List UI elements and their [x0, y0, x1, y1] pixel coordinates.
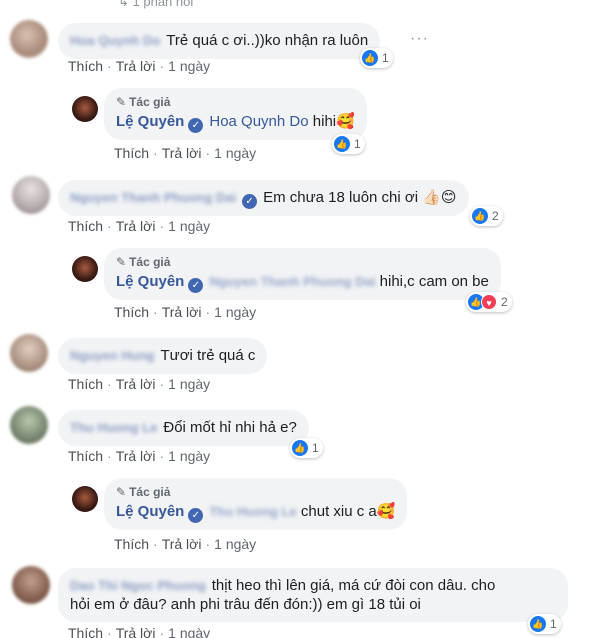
author-avatar[interactable] — [72, 96, 98, 122]
mention-link[interactable]: Thu Huong Le — [209, 504, 296, 519]
like-icon: 👍 — [362, 50, 378, 66]
comment-text: hihi🥰 — [312, 113, 355, 130]
verified-badge-icon: ✓ — [188, 118, 204, 133]
reply-button[interactable]: Trả lời — [116, 625, 156, 638]
reaction-summary[interactable]: 👍 2 — [470, 206, 503, 226]
pen-icon: ✎ — [116, 95, 127, 109]
replies-link[interactable]: ↳ 1 phản hồi — [118, 0, 193, 10]
pen-icon: ✎ — [116, 255, 127, 269]
like-button[interactable]: Thích — [68, 625, 103, 638]
comment-bubble: Nguyen Thanh Phuong Dai ✓ Em chưa 18 luôn … — [58, 180, 469, 216]
verified-badge-icon: ✓ — [242, 194, 258, 209]
author-name[interactable]: Lệ Quyên — [116, 273, 184, 290]
timestamp[interactable]: 1 ngày — [168, 625, 210, 638]
commenter-name[interactable]: Thu Huong Le — [70, 418, 157, 437]
comment-bubble: Dao Thi Ngoc Phuong thịt heo thì lên giá,… — [58, 568, 568, 622]
reply-button[interactable]: Trả lời — [162, 304, 202, 320]
author-avatar[interactable] — [72, 256, 98, 282]
reply-button[interactable]: Trả lời — [162, 536, 202, 552]
mention-link[interactable]: Hoa Quynh Do — [209, 113, 308, 130]
commenter-name[interactable]: Nguyen Thanh Phuong Dai — [70, 188, 236, 207]
commenter-name[interactable]: Dao Thi Ngoc Phuong — [70, 576, 206, 595]
comment-bubble: Hoa Quynh Do Trẻ quá c ơi..))ko nhận ra l… — [58, 23, 381, 59]
reply-button[interactable]: Trả lời — [116, 58, 156, 74]
avatar[interactable] — [12, 566, 50, 604]
more-options-icon[interactable]: ··· — [410, 30, 429, 48]
author-name[interactable]: Lệ Quyên — [116, 503, 184, 520]
reply-arrow-icon: ↳ — [118, 0, 133, 9]
comment-actions: Thích · Trả lời · 1 ngày — [114, 304, 257, 320]
timestamp[interactable]: 1 ngày — [168, 448, 210, 464]
reaction-summary[interactable]: 👍 ♥ 2 — [466, 292, 512, 312]
author-avatar[interactable] — [72, 486, 98, 512]
author-name[interactable]: Lệ Quyên — [116, 113, 184, 130]
reply-button[interactable]: Trả lời — [116, 376, 156, 392]
reply-button[interactable]: Trả lời — [116, 218, 156, 234]
commenter-name[interactable]: Hoa Quynh Do — [70, 31, 160, 50]
like-button[interactable]: Thích — [114, 536, 149, 552]
avatar[interactable] — [10, 334, 48, 372]
commenter-name[interactable]: Nguyen Hung — [70, 346, 155, 365]
comment-bubble: Nguyen Hung Tươi trẻ quá c — [58, 338, 268, 374]
comment-bubble: Thu Huong Le Đổi mốt hỉ nhi hả e? — [58, 410, 309, 446]
timestamp[interactable]: 1 ngày — [168, 218, 210, 234]
like-button[interactable]: Thích — [68, 218, 103, 234]
verified-badge-icon: ✓ — [188, 508, 204, 523]
verified-badge-icon: ✓ — [188, 278, 204, 293]
author-reply-bubble: ✎ Tác giả Lệ Quyên ✓ Thu Huong Le chut xiu … — [104, 478, 408, 530]
like-button[interactable]: Thích — [114, 304, 149, 320]
timestamp[interactable]: 1 ngày — [168, 58, 210, 74]
like-icon: 👍 — [334, 136, 350, 152]
like-button[interactable]: Thích — [68, 448, 103, 464]
comment-text: Đổi mốt hỉ nhi hả e? — [163, 419, 297, 436]
comment-actions: Thích · Trả lời · 1 ngày — [68, 448, 211, 464]
author-tag: ✎ Tác giả — [116, 482, 395, 502]
comment-actions: Thích · Trả lời · 1 ngày — [68, 58, 211, 74]
avatar[interactable] — [10, 406, 48, 444]
comment-text: hihi,c cam on be — [379, 273, 489, 290]
avatar[interactable] — [10, 20, 48, 58]
timestamp[interactable]: 1 ngày — [214, 304, 256, 320]
like-icon: 👍 — [292, 440, 308, 456]
author-tag: ✎ Tác giả — [116, 92, 355, 112]
timestamp[interactable]: 1 ngày — [214, 145, 256, 161]
mention-link[interactable]: Nguyen Thanh Phuong Dai — [209, 274, 375, 289]
comment-text: Trẻ quá c ơi..))ko nhận ra luôn — [166, 32, 369, 49]
avatar[interactable] — [12, 176, 50, 214]
reaction-summary[interactable]: 👍 1 — [332, 134, 365, 154]
love-icon: ♥ — [481, 294, 497, 310]
comment-text: thịt heo thì lên giá, má cứ đòi con dâu.… — [211, 577, 496, 594]
timestamp[interactable]: 1 ngày — [168, 376, 210, 392]
comment-actions: Thích · Trả lời · 1 ngày — [68, 218, 211, 234]
comment-text: Em chưa 18 luôn chi ơi 👍🏻😊 — [263, 189, 457, 206]
reaction-summary[interactable]: 👍 1 — [290, 438, 323, 458]
author-reply-bubble: ✎ Tác giả Lệ Quyên ✓ Nguyen Thanh Phuong Da… — [104, 248, 501, 300]
author-reply-bubble: ✎ Tác giả Lệ Quyên ✓ Hoa Quynh Do hihi🥰 — [104, 88, 367, 140]
like-button[interactable]: Thích — [114, 145, 149, 161]
comment-actions: Thích · Trả lời · 1 ngày — [114, 536, 257, 552]
like-icon: 👍 — [530, 616, 546, 632]
comment-actions: Thích · Trả lời · 1 ngày — [114, 145, 257, 161]
timestamp[interactable]: 1 ngày — [214, 536, 256, 552]
comment-actions: Thích · Trả lời · 1 ngày — [68, 376, 211, 392]
reply-button[interactable]: Trả lời — [116, 448, 156, 464]
reply-button[interactable]: Trả lời — [162, 145, 202, 161]
like-icon: 👍 — [472, 208, 488, 224]
comment-text: chut xiu c a🥰 — [300, 503, 396, 520]
comment-text-continued: hỏi em ở đâu? anh phi trâu đến đón:)) em… — [70, 596, 421, 613]
reaction-summary[interactable]: 👍 1 — [528, 614, 561, 634]
reaction-summary[interactable]: 👍 1 — [360, 48, 393, 68]
like-button[interactable]: Thích — [68, 58, 103, 74]
author-tag: ✎ Tác giả — [116, 252, 489, 272]
pen-icon: ✎ — [116, 485, 127, 499]
comment-text: Tươi trẻ quá c — [160, 347, 256, 364]
comment-actions: Thích · Trả lời · 1 ngày — [68, 625, 210, 638]
like-button[interactable]: Thích — [68, 376, 103, 392]
